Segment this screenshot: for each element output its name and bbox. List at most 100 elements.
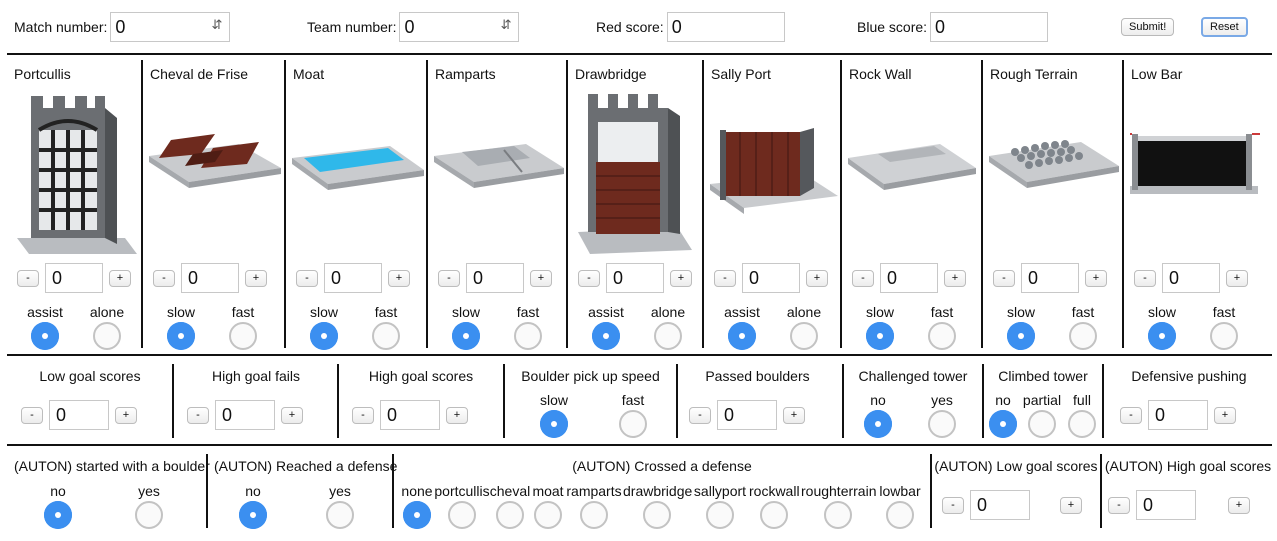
decrement-button[interactable]: - <box>852 269 874 287</box>
option-b-radio[interactable] <box>928 322 956 350</box>
increment-button[interactable]: + <box>806 269 828 287</box>
decrement-button[interactable]: - <box>438 269 460 287</box>
decrement-button[interactable]: - <box>187 406 209 424</box>
increment-button[interactable]: + <box>245 269 267 287</box>
increment-button[interactable]: + <box>1228 496 1250 514</box>
option-b-radio[interactable] <box>1210 322 1238 350</box>
crossed-ramparts-option: ramparts <box>566 483 622 529</box>
count-input[interactable] <box>717 400 777 430</box>
decrement-button[interactable]: - <box>1108 496 1130 514</box>
yes-radio[interactable] <box>135 501 163 529</box>
option-a-radio[interactable] <box>866 322 894 350</box>
option-b-radio[interactable] <box>372 322 400 350</box>
divider <box>7 444 1272 446</box>
decrement-button[interactable]: - <box>352 406 374 424</box>
increment-button[interactable]: + <box>783 406 805 424</box>
fast-radio[interactable] <box>619 410 647 438</box>
count-input[interactable] <box>1021 263 1079 293</box>
count-input[interactable] <box>1148 400 1208 430</box>
divider <box>141 60 143 348</box>
no-radio[interactable] <box>44 501 72 529</box>
count-input[interactable] <box>49 400 109 430</box>
option-b-radio[interactable] <box>514 322 542 350</box>
increment-button[interactable]: + <box>388 269 410 287</box>
stepper: -+ <box>942 490 1082 520</box>
option-b-radio[interactable] <box>654 322 682 350</box>
crossed-portcullis-radio[interactable] <box>448 501 476 529</box>
increment-button[interactable]: + <box>281 406 303 424</box>
crossed-moat-radio[interactable] <box>534 501 562 529</box>
no-radio[interactable] <box>239 501 267 529</box>
increment-button[interactable]: + <box>530 269 552 287</box>
count-input[interactable] <box>181 263 239 293</box>
count-input[interactable] <box>970 490 1030 520</box>
count-input[interactable] <box>324 263 382 293</box>
crossed-cheval-radio[interactable] <box>496 501 524 529</box>
count-input[interactable] <box>606 263 664 293</box>
option-a-radio[interactable] <box>1007 322 1035 350</box>
red-score-field: Red score: <box>596 12 785 42</box>
increment-button[interactable]: + <box>115 406 137 424</box>
crossed-ramparts-radio[interactable] <box>580 501 608 529</box>
crossed-rockwall-radio[interactable] <box>760 501 788 529</box>
count-input[interactable] <box>1162 263 1220 293</box>
decrement-button[interactable]: - <box>993 269 1015 287</box>
crossed-none-option: none <box>399 483 435 529</box>
increment-button[interactable]: + <box>1060 496 1082 514</box>
count-input[interactable] <box>742 263 800 293</box>
count-input[interactable] <box>380 400 440 430</box>
crossed-none-radio[interactable] <box>403 501 431 529</box>
increment-button[interactable]: + <box>109 269 131 287</box>
no-radio[interactable] <box>864 410 892 438</box>
option-b-radio[interactable] <box>229 322 257 350</box>
increment-button[interactable]: + <box>670 269 692 287</box>
increment-button[interactable]: + <box>446 406 468 424</box>
option-b-radio[interactable] <box>790 322 818 350</box>
option-a-radio[interactable] <box>728 322 756 350</box>
count-input[interactable] <box>466 263 524 293</box>
no-label: no <box>870 392 886 408</box>
yes-radio[interactable] <box>326 501 354 529</box>
crossed-sallyport-radio[interactable] <box>706 501 734 529</box>
option-a-radio[interactable] <box>167 322 195 350</box>
decrement-button[interactable]: - <box>714 269 736 287</box>
increment-button[interactable]: + <box>1226 269 1248 287</box>
count-input[interactable] <box>880 263 938 293</box>
decrement-button[interactable]: - <box>942 496 964 514</box>
crossed-lowbar-radio[interactable] <box>886 501 914 529</box>
blue-score-input[interactable] <box>930 12 1049 42</box>
reset-button[interactable]: Reset <box>1201 17 1248 37</box>
option-b-radio[interactable] <box>93 322 121 350</box>
option-a-radio[interactable] <box>1148 322 1176 350</box>
count-input[interactable] <box>45 263 103 293</box>
increment-button[interactable]: + <box>1214 406 1236 424</box>
decrement-button[interactable]: - <box>1134 269 1156 287</box>
decrement-button[interactable]: - <box>17 269 39 287</box>
option-a-radio[interactable] <box>452 322 480 350</box>
team-number-input[interactable] <box>399 12 520 42</box>
full-radio[interactable] <box>1068 410 1096 438</box>
option-a-radio[interactable] <box>31 322 59 350</box>
option-a-radio[interactable] <box>310 322 338 350</box>
option-b-radio[interactable] <box>1069 322 1097 350</box>
decrement-button[interactable]: - <box>21 406 43 424</box>
red-score-input[interactable] <box>666 12 785 42</box>
increment-button[interactable]: + <box>1085 269 1107 287</box>
match-number-input[interactable] <box>110 12 231 42</box>
decrement-button[interactable]: - <box>153 269 175 287</box>
crossed-roughterrain-radio[interactable] <box>824 501 852 529</box>
decrement-button[interactable]: - <box>296 269 318 287</box>
decrement-button[interactable]: - <box>1120 406 1142 424</box>
decrement-button[interactable]: - <box>578 269 600 287</box>
increment-button[interactable]: + <box>944 269 966 287</box>
yes-radio[interactable] <box>928 410 956 438</box>
count-input[interactable] <box>1136 490 1196 520</box>
stepper: -+ <box>689 400 805 430</box>
divider <box>426 60 428 348</box>
crossed-drawbridge-radio[interactable] <box>643 501 671 529</box>
submit-button[interactable]: Submit! <box>1121 18 1175 36</box>
decrement-button[interactable]: - <box>689 406 711 424</box>
slow-radio[interactable] <box>540 410 568 438</box>
count-input[interactable] <box>215 400 275 430</box>
option-a-radio[interactable] <box>592 322 620 350</box>
